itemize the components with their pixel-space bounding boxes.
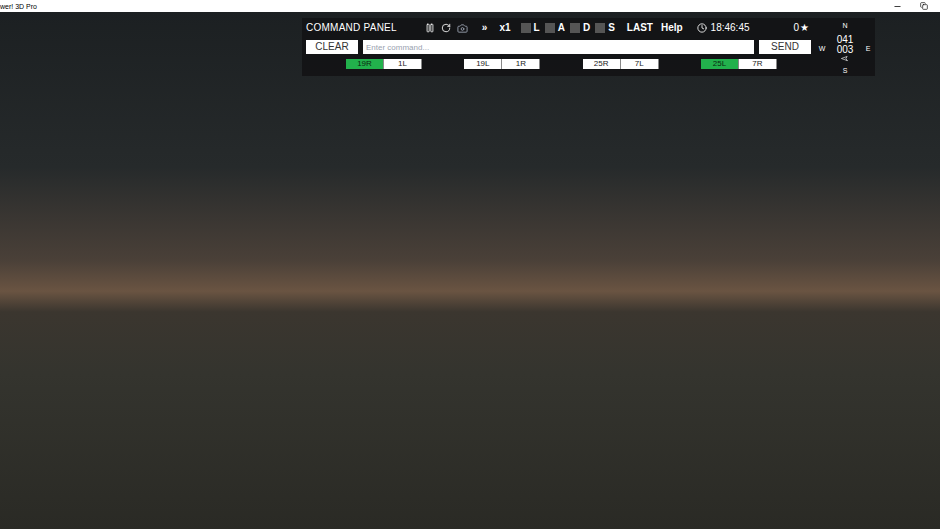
minimize-icon[interactable] bbox=[893, 2, 902, 11]
restore-icon[interactable] bbox=[920, 2, 928, 10]
runway-button[interactable]: 7L bbox=[621, 59, 659, 69]
speed-label: x1 bbox=[499, 23, 510, 33]
panel-toolbar: COMMAND PANEL » x1 LADS LAST Help 18:46:45 0★ bbox=[306, 20, 811, 36]
command-input[interactable] bbox=[363, 40, 754, 54]
command-panel: COMMAND PANEL » x1 LADS LAST Help 18:46:45 0★ CL… bbox=[302, 18, 875, 76]
restart-icon[interactable] bbox=[441, 23, 451, 33]
last-button[interactable]: LAST bbox=[627, 23, 653, 33]
pause-icon[interactable] bbox=[425, 23, 435, 33]
runway-button[interactable]: 1L bbox=[384, 59, 422, 69]
wind-arrow-icon bbox=[840, 53, 850, 63]
window-title: wer! 3D Pro bbox=[0, 3, 37, 10]
runway-button[interactable]: 25L bbox=[701, 59, 739, 69]
panel-title: COMMAND PANEL bbox=[306, 23, 397, 33]
command-row: CLEAR SEND bbox=[306, 39, 811, 55]
compass-wind: 003 bbox=[837, 45, 854, 55]
score: 0★ bbox=[793, 23, 809, 33]
runway-button[interactable]: 19L bbox=[464, 59, 502, 69]
clock-icon bbox=[697, 23, 707, 33]
runway-button[interactable]: 7R bbox=[739, 59, 777, 69]
help-button[interactable]: Help bbox=[661, 23, 683, 33]
clock-time: 18:46:45 bbox=[711, 23, 750, 33]
compass: NW041003ES bbox=[815, 18, 875, 76]
runway-button[interactable]: 1R bbox=[502, 59, 540, 69]
scene-view[interactable]: COMMAND PANEL » x1 LADS LAST Help 18:46:45 0★ CL… bbox=[0, 12, 940, 529]
runway-pair: 25R7L bbox=[583, 59, 659, 69]
filter-checkbox[interactable]: S bbox=[595, 23, 615, 33]
filter-checkbox[interactable]: L bbox=[521, 23, 540, 33]
send-button[interactable]: SEND bbox=[759, 40, 811, 54]
runway-pair: 19L1R bbox=[464, 59, 540, 69]
compass-heading: 041 bbox=[837, 35, 854, 45]
runway-pair: 19R1L bbox=[346, 59, 422, 69]
runway-pair: 25L7R bbox=[701, 59, 777, 69]
app-window: wer! 3D Pro COMMAND PANEL » x1 LADS LAST Help 1… bbox=[0, 0, 940, 529]
runway-button[interactable]: 25R bbox=[583, 59, 621, 69]
camera-icon[interactable] bbox=[457, 23, 468, 34]
filter-checkbox[interactable]: D bbox=[570, 23, 590, 33]
clear-button[interactable]: CLEAR bbox=[306, 40, 358, 54]
runway-row: 19R1L 19L1R 25R7L 25L7R bbox=[306, 58, 811, 70]
runway-button[interactable]: 19R bbox=[346, 59, 384, 69]
title-bar: wer! 3D Pro bbox=[0, 0, 940, 12]
filter-checkbox[interactable]: A bbox=[545, 23, 565, 33]
fast-forward-button[interactable]: » bbox=[482, 23, 488, 33]
